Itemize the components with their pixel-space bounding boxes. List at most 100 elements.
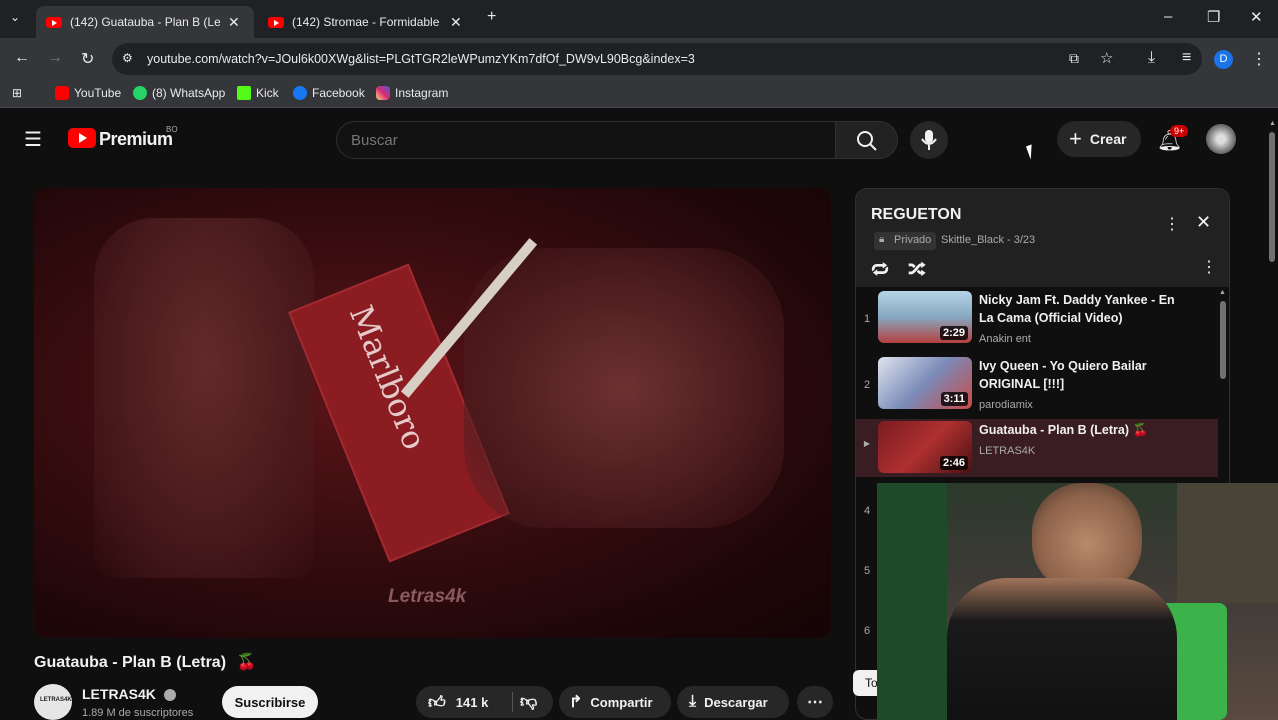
back-icon[interactable]: ←	[14, 49, 30, 67]
whatsapp-icon	[133, 86, 147, 100]
chrome-menu-icon[interactable]: ⋮	[1251, 49, 1267, 69]
channel-name: LETRAS4K	[979, 445, 1036, 457]
search-input[interactable]	[351, 130, 811, 150]
kick-icon	[237, 86, 251, 100]
list-item[interactable]: 1 2:29 Nicky Jam Ft. Daddy Yankee - En L…	[856, 289, 1218, 353]
subscribe-button[interactable]: Suscribirse	[222, 686, 318, 718]
playlist-header: REGUETON 🔒︎ Privado Skittle_Black - 3/23…	[856, 189, 1229, 287]
person-body-shape	[947, 578, 1177, 720]
channel-name: parodiamix	[979, 399, 1033, 411]
bookmark-youtube[interactable]: YouTube	[55, 86, 121, 100]
list-item-current[interactable]: ▶ 2:46 Guatauba - Plan B (Letra) 🍒 LETRA…	[856, 419, 1218, 477]
playlist-scrollbar[interactable]: ▲	[1218, 289, 1228, 479]
create-button[interactable]: + Crear	[1057, 121, 1141, 157]
green-shirt-person-shape	[877, 483, 947, 720]
browser-toolbar: ← → ↻ ⚙ youtube.com/watch?v=JOul6k00XWg&…	[0, 38, 1278, 80]
address-bar[interactable]: ⚙ youtube.com/watch?v=JOul6k00XWg&list=P…	[112, 43, 1202, 75]
share-arrow-icon: ↱	[569, 694, 583, 711]
video-player[interactable]: Marlboro Letras4k	[34, 188, 831, 638]
loop-icon[interactable]: 🔁︎	[871, 255, 889, 282]
verified-badge-icon	[163, 689, 176, 702]
privacy-badge: 🔒︎ Privado	[874, 232, 937, 250]
video-thumbnail: 2:29	[878, 291, 972, 343]
thumbs-up-icon: 👍︎	[428, 692, 446, 712]
logo-country-code: BO	[166, 125, 178, 134]
tab-search-chevron-icon[interactable]: ⌄	[10, 10, 20, 24]
tab-title: (142) Stromae - Formidable (Ly	[292, 15, 442, 29]
youtube-logo-icon[interactable]	[68, 128, 96, 148]
media-control-icon[interactable]: ≡	[1182, 49, 1191, 67]
list-item[interactable]: 2 3:11 Ivy Queen - Yo Quiero Bailar ORIG…	[856, 355, 1218, 419]
more-actions-icon[interactable]: ⋯	[797, 686, 833, 718]
video-title: Nicky Jam Ft. Daddy Yankee - En La Cama …	[979, 293, 1175, 325]
close-playlist-icon[interactable]: ✕	[1196, 212, 1211, 233]
youtube-favicon-icon	[46, 16, 62, 28]
mouse-cursor-icon	[1025, 142, 1043, 160]
search-icon	[857, 131, 877, 151]
profile-avatar[interactable]: D	[1214, 50, 1233, 69]
bookmark-whatsapp[interactable]: (8) WhatsApp	[133, 86, 225, 100]
subscriber-count: 1.89 M de suscriptores	[82, 707, 194, 719]
browser-tab-strip: ⌄ (142) Guatauba - Plan B (Letra) ✕ (142…	[0, 0, 1278, 38]
filter-chip[interactable]: To	[853, 670, 877, 696]
video-title: Ivy Queen - Yo Quiero Bailar ORIGINAL [!…	[979, 359, 1147, 391]
video-watermark: Letras4k	[388, 586, 467, 607]
reload-icon[interactable]: ↻	[81, 49, 94, 69]
lock-icon: 🔒︎	[879, 234, 885, 245]
youtube-icon	[55, 86, 69, 100]
account-avatar[interactable]	[1206, 124, 1236, 154]
channel-name-link[interactable]: LETRAS4K	[82, 686, 176, 702]
notification-badge: 9+	[1170, 125, 1189, 137]
hand-image-shape	[464, 248, 784, 528]
playlist-options-icon[interactable]: ⋮	[1201, 257, 1217, 277]
share-button[interactable]: ↱ Compartir	[559, 686, 671, 718]
facebook-icon	[293, 86, 307, 100]
bookmark-kick[interactable]: Kick	[237, 86, 279, 100]
person-face-shape	[1032, 483, 1142, 593]
apps-grid-icon[interactable]: ⊞	[12, 86, 22, 100]
scrollbar-thumb[interactable]	[1269, 132, 1275, 262]
shelf-background-shape	[1177, 483, 1278, 603]
plus-icon: +	[1069, 126, 1082, 151]
voice-search-button[interactable]	[910, 121, 948, 159]
site-info-icon[interactable]: ⚙	[122, 51, 133, 65]
channel-name: Anakin ent	[979, 333, 1031, 345]
playlist-title[interactable]: REGUETON	[871, 206, 961, 224]
now-playing-icon: ▶	[863, 439, 871, 448]
video-thumbnail: 3:11	[878, 357, 972, 409]
minimize-icon[interactable]: –	[1164, 8, 1172, 25]
hand-image-shape	[94, 218, 314, 578]
bookmark-facebook[interactable]: Facebook	[293, 86, 365, 100]
video-title: Guatauba - Plan B (Letra) 🍒	[979, 423, 1149, 437]
webcam-overlay	[877, 483, 1278, 720]
bookmarks-bar: ⊞ YouTube (8) WhatsApp Kick Facebook Ins…	[0, 80, 1278, 108]
search-box[interactable]	[336, 121, 836, 159]
close-tab-icon[interactable]: ✕	[450, 14, 462, 31]
downloads-icon[interactable]: ⤓	[1148, 49, 1155, 67]
guide-menu-icon[interactable]: ☰	[24, 127, 42, 152]
like-button[interactable]: 👍︎ 141 k 👎︎	[416, 686, 553, 718]
microphone-icon	[921, 130, 937, 150]
search-button[interactable]	[836, 121, 898, 159]
video-thumbnail: 2:46	[878, 421, 972, 473]
shuffle-icon[interactable]: 🔀︎	[908, 255, 926, 282]
close-window-icon[interactable]: ✕	[1250, 8, 1263, 26]
download-icon: ⤓	[689, 693, 697, 710]
forward-icon[interactable]: →	[47, 49, 63, 67]
close-tab-icon[interactable]: ✕	[228, 14, 240, 31]
install-app-icon[interactable]: ⧉	[1069, 50, 1079, 67]
logo-premium-text: Premium	[99, 129, 173, 149]
new-tab-button[interactable]: +	[487, 8, 496, 26]
tab-guatauba[interactable]: (142) Guatauba - Plan B (Letra) ✕	[36, 6, 254, 38]
restore-icon[interactable]: ❐	[1207, 8, 1220, 26]
tab-title: (142) Guatauba - Plan B (Letra)	[70, 15, 220, 29]
scrollbar-thumb[interactable]	[1220, 301, 1226, 379]
tab-stromae[interactable]: (142) Stromae - Formidable (Ly ✕	[258, 6, 476, 38]
download-button[interactable]: ⤓ Descargar	[677, 686, 789, 718]
dislike-button[interactable]: 👎︎	[520, 691, 537, 712]
playlist-owner-progress: Skittle_Black - 3/23	[941, 234, 1036, 246]
bookmark-instagram[interactable]: Instagram	[376, 86, 448, 100]
channel-avatar[interactable]: LETRAS4K	[34, 684, 72, 720]
bookmark-star-icon[interactable]: ☆	[1100, 49, 1113, 67]
playlist-more-icon[interactable]: ⋮	[1164, 214, 1180, 234]
